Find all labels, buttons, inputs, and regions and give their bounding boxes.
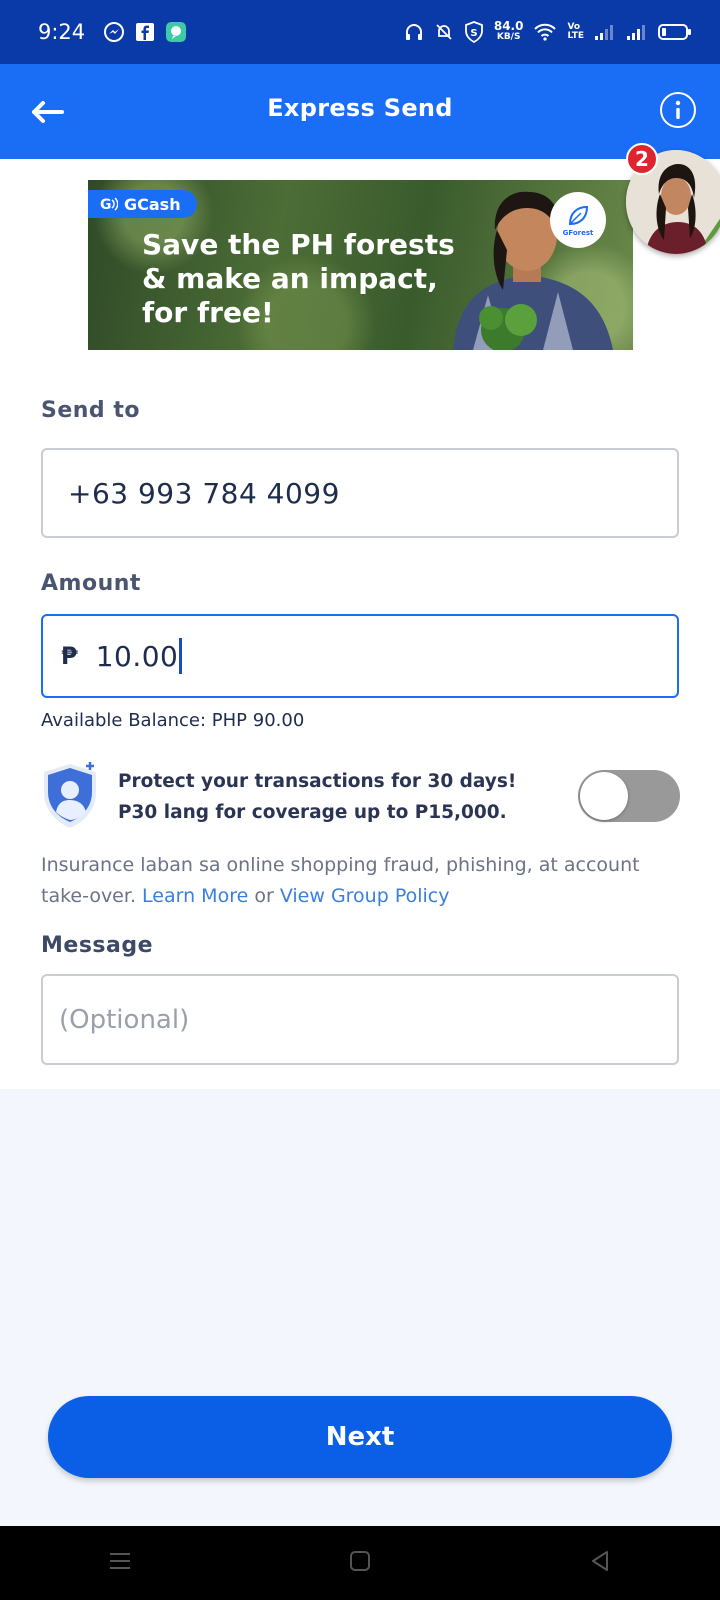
gcash-brand-text: GCash	[124, 194, 181, 214]
message-input[interactable]: (Optional)	[41, 974, 679, 1065]
back-nav-button[interactable]	[588, 1549, 612, 1577]
protection-shield-icon	[44, 762, 96, 828]
headphones-icon	[404, 22, 424, 42]
banner-line-3: for free!	[142, 296, 274, 329]
message-label: Message	[41, 933, 154, 958]
message-placeholder: (Optional)	[59, 1004, 190, 1035]
network-speed-unit: KB/S	[496, 32, 521, 42]
signal-icon-2	[626, 23, 648, 41]
network-speed: 84.0 KB/S	[493, 19, 524, 43]
info-icon	[675, 100, 681, 119]
battery-icon	[658, 23, 692, 41]
system-icons: S 84.0 KB/S Vo LTE	[404, 19, 692, 43]
facebook-icon	[135, 22, 155, 42]
status-time: 9:24	[38, 20, 86, 44]
home-square-icon	[350, 1551, 370, 1571]
chat-app-icon	[165, 21, 187, 43]
chat-notification-badge: 2	[626, 143, 658, 175]
banner-line-2: & make an impact,	[142, 262, 438, 295]
svg-text:S: S	[470, 28, 477, 39]
gcash-logo-icon: G	[100, 197, 118, 212]
available-balance: Available Balance: PHP 90.00	[41, 710, 305, 731]
home-button[interactable]	[348, 1549, 372, 1577]
gforest-badge: GForest	[550, 192, 606, 248]
messenger-icon	[103, 21, 125, 43]
signal-icon-1	[594, 23, 616, 41]
status-bar: 9:24 S 84.0 KB/S Vo LTE	[0, 0, 720, 64]
protection-line-2: P30 lang for coverage up to P15,000.	[118, 802, 507, 823]
send-to-value: +63 993 784 4099	[68, 476, 340, 510]
gcash-brand-pill: G GCash	[88, 190, 197, 218]
menu-icon	[110, 1553, 130, 1569]
notification-icons	[103, 21, 187, 43]
amount-label: Amount	[41, 571, 141, 596]
gforest-label: GForest	[562, 229, 594, 237]
info-button[interactable]	[660, 92, 696, 128]
next-button[interactable]: Next	[48, 1396, 672, 1478]
learn-more-link[interactable]: Learn More	[142, 885, 248, 907]
system-nav-bar	[0, 1526, 720, 1600]
toggle-knob	[580, 772, 628, 820]
wifi-icon	[533, 22, 557, 42]
text-cursor	[179, 638, 183, 674]
protection-toggle[interactable]	[578, 770, 680, 822]
send-to-field[interactable]: +63 993 784 4099	[41, 448, 679, 538]
leaf-icon	[568, 205, 589, 226]
or-text: or	[254, 885, 274, 907]
svg-text:G: G	[100, 197, 112, 212]
send-to-label: Send to	[41, 398, 140, 423]
network-speed-value: 84.0	[493, 19, 524, 33]
banner-headline: Save the PH forests & make an impact, fo…	[142, 228, 455, 330]
banner-line-1: Save the PH forests	[142, 228, 455, 261]
insurance-description: Insurance laban sa online shopping fraud…	[41, 850, 681, 912]
protection-line-1: Protect your transactions for 30 days!	[118, 771, 517, 792]
app-header: Express Send	[0, 64, 720, 159]
amount-input[interactable]: ₱ 10.00	[41, 614, 679, 698]
volte-indicator: Vo LTE	[567, 23, 584, 41]
view-group-policy-link[interactable]: View Group Policy	[280, 885, 450, 907]
peso-sign-icon: ₱	[61, 642, 78, 670]
promo-banner[interactable]: G GCash Save the PH forests & make an im…	[88, 180, 633, 350]
protection-offer: Protect your transactions for 30 days! P…	[118, 766, 516, 828]
shield-s-icon: S	[464, 21, 484, 43]
page-title: Express Send	[267, 94, 453, 122]
bell-muted-icon	[434, 22, 454, 42]
banner-person-illustration	[453, 191, 613, 350]
recent-apps-button[interactable]	[108, 1550, 132, 1576]
back-triangle-icon	[592, 1551, 608, 1571]
amount-value: 10.00	[95, 639, 179, 673]
volte-bottom: LTE	[567, 31, 584, 41]
